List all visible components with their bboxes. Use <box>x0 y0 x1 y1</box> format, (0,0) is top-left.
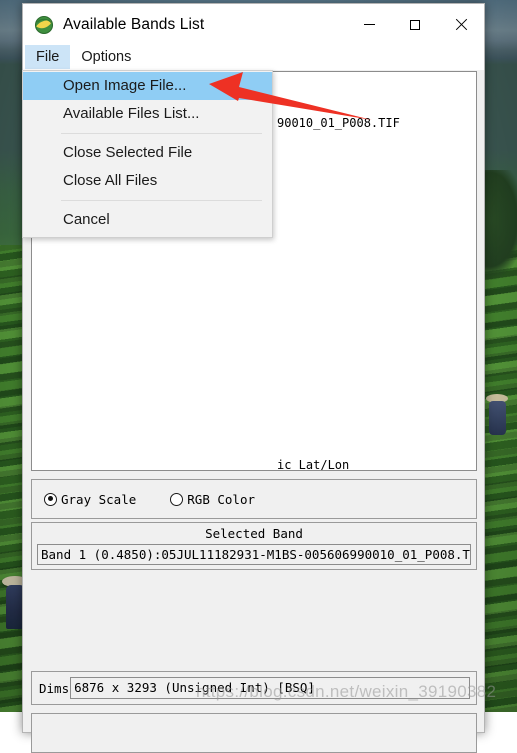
dims-value: 6876 x 3293 (Unsigned Int) [BSQ] <box>70 677 470 699</box>
window-controls <box>346 4 484 45</box>
color-mode-group: Gray Scale RGB Color <box>31 479 477 519</box>
menu-item-open-image-file[interactable]: Open Image File... <box>23 72 272 100</box>
close-icon <box>455 19 467 31</box>
radio-gray-scale[interactable]: Gray Scale <box>44 492 136 507</box>
menu-item-available-files-list[interactable]: Available Files List... <box>23 100 272 128</box>
menu-item-close-selected-file[interactable]: Close Selected File <box>23 139 272 167</box>
tree-row-blank <box>32 342 476 361</box>
tree-row[interactable]: ic Lat/Lon <box>32 456 476 470</box>
dims-label: Dims <box>39 680 70 696</box>
menu-item-close-all-files[interactable]: Close All Files <box>23 167 272 195</box>
radio-rgb-color-indicator[interactable] <box>170 492 184 506</box>
minimize-button[interactable] <box>346 4 392 45</box>
dims-group: Dims 6876 x 3293 (Unsigned Int) [BSQ] <box>31 671 477 705</box>
tree-row-blank <box>32 399 476 418</box>
available-bands-list-window: Available Bands List File Options 90010_… <box>22 3 485 753</box>
radio-rgb-color[interactable]: RGB Color <box>170 492 255 507</box>
selected-band-value: Band 1 (0.4850):05JUL11182931-M1BS-00560… <box>37 544 471 565</box>
radio-gray-scale-label: Gray Scale <box>61 491 137 507</box>
close-button[interactable] <box>438 4 484 45</box>
title-bar: Available Bands List <box>23 4 484 45</box>
selected-band-group: Selected Band Band 1 (0.4850):05JUL11182… <box>31 522 477 570</box>
envi-globe-icon <box>34 15 54 35</box>
menu-file[interactable]: File <box>25 45 71 69</box>
menu-separator <box>61 133 262 134</box>
maximize-button[interactable] <box>392 4 438 45</box>
bottom-panel <box>31 713 477 753</box>
menu-options[interactable]: Options <box>70 45 142 69</box>
menu-bar: File Options <box>23 45 484 70</box>
minimize-icon <box>363 24 375 25</box>
file-menu-dropdown: Open Image File... Available Files List.… <box>22 70 273 238</box>
radio-rgb-color-label: RGB Color <box>187 491 255 507</box>
maximize-icon <box>410 19 420 30</box>
menu-separator <box>61 200 262 201</box>
tree-row-blank <box>32 285 476 304</box>
window-title: Available Bands List <box>63 15 205 33</box>
menu-item-cancel[interactable]: Cancel <box>23 206 272 234</box>
radio-gray-scale-indicator[interactable] <box>44 492 57 506</box>
selected-band-title: Selected Band <box>205 526 303 541</box>
